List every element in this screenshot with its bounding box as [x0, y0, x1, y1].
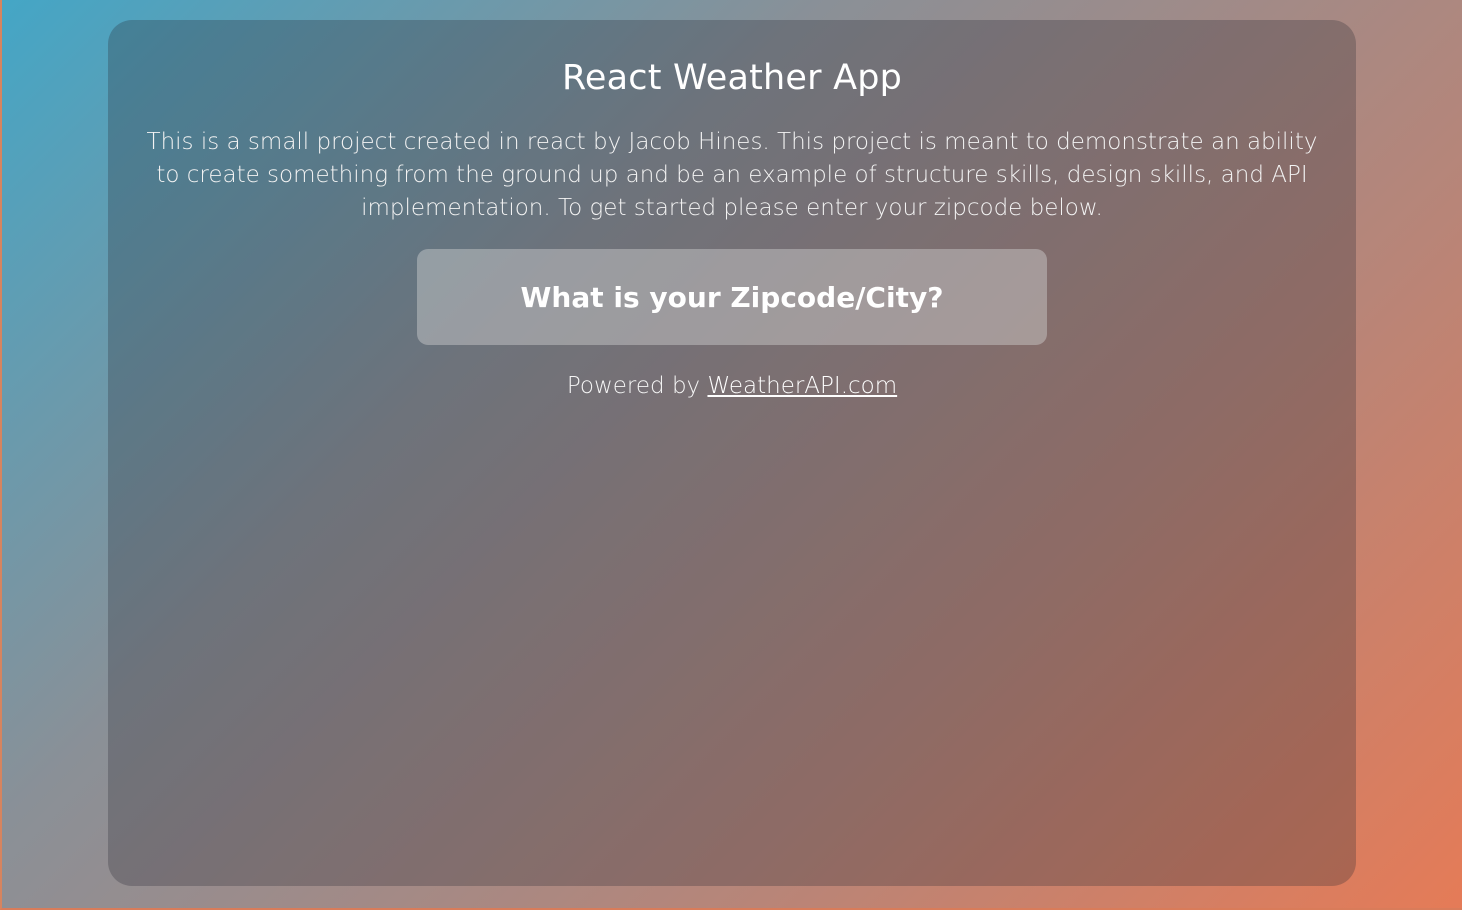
page-title: React Weather App: [561, 58, 903, 98]
powered-by-line: Powered by WeatherAPI.com: [108, 371, 1356, 401]
project-description: This is a small project created in react…: [146, 129, 1318, 221]
powered-by-prefix: Powered by: [566, 373, 708, 399]
zipcode-city-input[interactable]: [417, 249, 1047, 345]
weatherapi-link[interactable]: WeatherAPI.com: [707, 373, 897, 399]
main-panel: React Weather App This is a small projec…: [108, 20, 1356, 886]
